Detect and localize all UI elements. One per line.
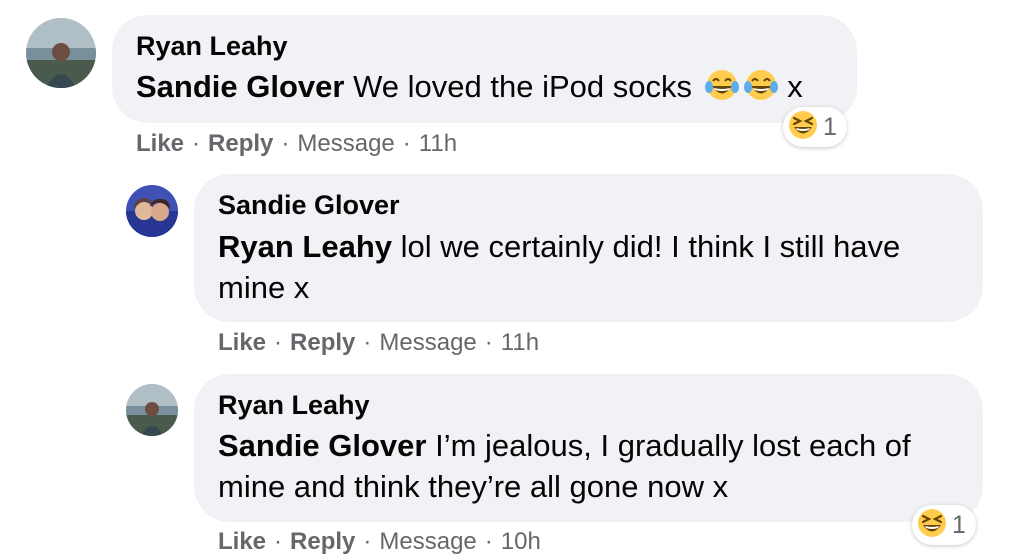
message-button[interactable]: Message — [297, 130, 394, 157]
reaction-count: 1 — [823, 112, 837, 141]
laughing-emoji-icon — [916, 507, 948, 544]
comment-author[interactable]: Ryan Leahy — [218, 390, 370, 421]
mention-link[interactable]: Sandie Glover — [218, 428, 426, 463]
timestamp[interactable]: 11h — [501, 329, 539, 356]
comment-actions: Like · Reply · Message · 10h — [218, 528, 541, 555]
timestamp[interactable]: 10h — [501, 528, 541, 555]
reply-button[interactable]: Reply — [290, 329, 355, 356]
like-button[interactable]: Like — [136, 130, 184, 157]
reaction-badge[interactable]: 1 — [912, 505, 976, 545]
timestamp[interactable]: 11h — [419, 130, 457, 157]
comment-text: Sandie Glover I’m jealous, I gradually l… — [218, 428, 911, 504]
tears-of-joy-emoji-icon — [743, 67, 779, 111]
avatar[interactable] — [126, 185, 178, 237]
comment-text: Sandie Glover We loved the iPod socks x — [136, 66, 803, 111]
comment-author[interactable]: Sandie Glover — [218, 190, 400, 221]
reaction-count: 1 — [952, 510, 966, 539]
avatar[interactable] — [126, 384, 178, 436]
message-button[interactable]: Message — [379, 329, 476, 356]
avatar[interactable] — [26, 18, 96, 88]
like-button[interactable]: Like — [218, 528, 266, 555]
mention-link[interactable]: Ryan Leahy — [218, 229, 392, 264]
mention-link[interactable]: Sandie Glover — [136, 69, 344, 104]
comment-author[interactable]: Ryan Leahy — [136, 31, 288, 62]
message-button[interactable]: Message — [379, 528, 476, 555]
comment-actions: Like · Reply · Message · 11h — [218, 329, 540, 356]
reply-button[interactable]: Reply — [208, 130, 273, 157]
like-button[interactable]: Like — [218, 329, 266, 356]
comment-text: Ryan Leahy lol we certainly did! I think… — [218, 229, 901, 305]
reaction-badge[interactable]: 1 — [783, 107, 847, 147]
laughing-emoji-icon — [787, 109, 819, 146]
reply-button[interactable]: Reply — [290, 528, 355, 555]
comment-actions: Like · Reply · Message · 11h — [136, 130, 458, 157]
tears-of-joy-emoji-icon — [704, 67, 740, 111]
